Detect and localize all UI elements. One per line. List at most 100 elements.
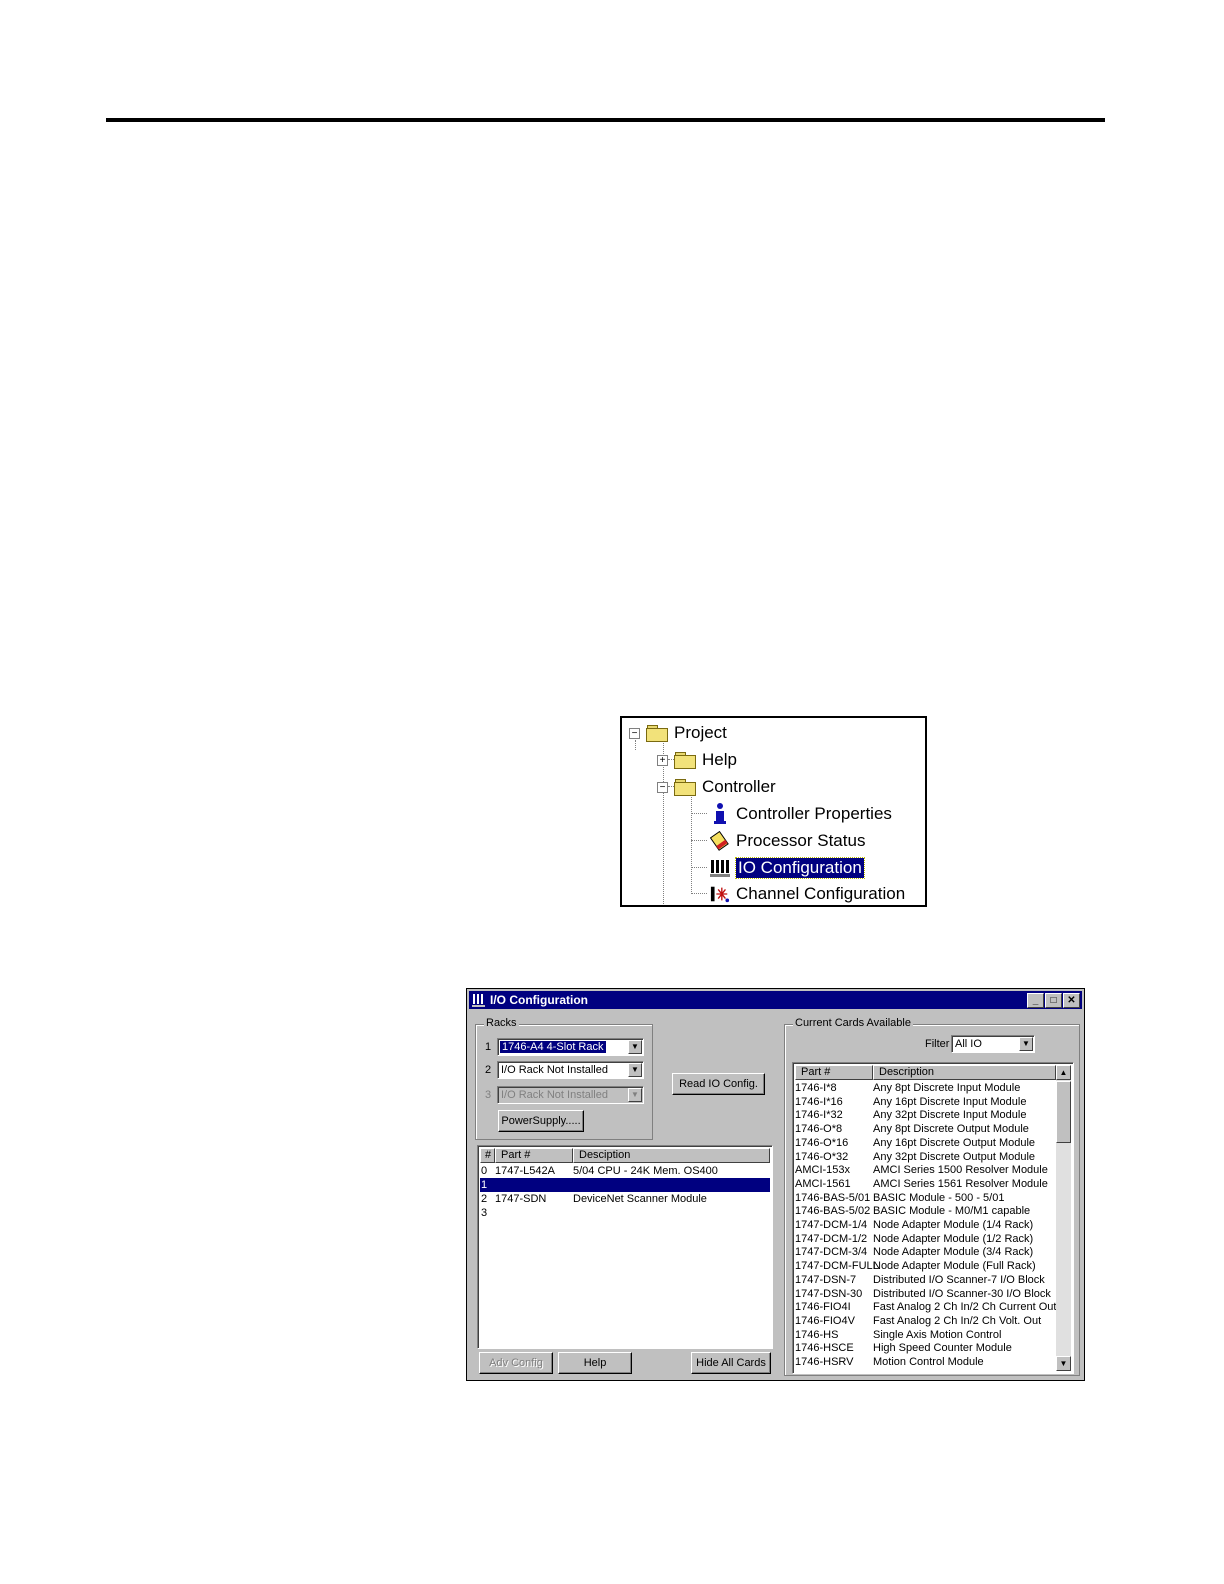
power-supply-button[interactable]: PowerSupply..... — [498, 1110, 584, 1132]
card-description: Distributed I/O Scanner-7 I/O Block — [873, 1273, 1045, 1286]
expand-toggle-icon[interactable]: + — [657, 754, 668, 766]
help-button[interactable]: Help — [558, 1352, 632, 1374]
list-item[interactable]: 1746-HS Single Axis Motion Control — [795, 1328, 1054, 1342]
tree-item-project[interactable]: − Project — [629, 721, 727, 745]
scroll-up-icon[interactable]: ▲ — [1056, 1065, 1071, 1080]
hide-all-cards-button[interactable]: Hide All Cards — [691, 1352, 771, 1374]
table-row[interactable]: 1 — [480, 1178, 770, 1192]
slots-list[interactable]: # Part # Desciption 0 1747-L542A 5/04 CPU … — [477, 1145, 773, 1349]
list-item[interactable]: 1746-I*8 Any 8pt Discrete Input Module — [795, 1081, 1054, 1095]
slot-part: 1747-L542A — [495, 1165, 555, 1177]
list-item[interactable]: 1746-HSRV Motion Control Module — [795, 1355, 1054, 1369]
read-io-config-button[interactable]: Read IO Config. — [672, 1073, 765, 1095]
card-description: Node Adapter Module (1/4 Rack) — [873, 1219, 1034, 1231]
cards-list[interactable]: Part # Description 1746-I*8 Any 8pt Discr… — [792, 1062, 1074, 1374]
card-description: Fast Analog 2 Ch In/2 Ch Volt. Out — [873, 1314, 1042, 1327]
tree-item-label: Help — [702, 750, 737, 769]
card-part: AMCI-1561 — [795, 1177, 851, 1190]
racks-group-label: Racks — [484, 1017, 519, 1029]
minimize-icon[interactable]: _ — [1027, 993, 1044, 1008]
tree-connector — [691, 794, 692, 894]
column-header-description[interactable]: Description — [873, 1065, 1056, 1080]
list-item[interactable]: AMCI-1561 AMCI Series 1561 Resolver Modul… — [795, 1177, 1054, 1191]
slot-number: 3 — [481, 1207, 488, 1219]
filter-value: All IO — [955, 1038, 982, 1050]
tree-item-controller-properties[interactable]: Controller Properties — [710, 802, 892, 826]
slot-description: 5/04 CPU - 24K Mem. OS400 — [573, 1165, 718, 1177]
scroll-thumb[interactable] — [1056, 1081, 1071, 1143]
list-item[interactable]: 1746-O*8 Any 8pt Discrete Output Module — [795, 1122, 1054, 1136]
filter-select[interactable]: All IO ▼ — [951, 1035, 1035, 1053]
card-description: High Speed Counter Module — [873, 1342, 1012, 1355]
tree-item-io-configuration[interactable]: IO Configuration — [710, 856, 865, 880]
card-part: 1746-I*16 — [795, 1095, 843, 1108]
tree-item-processor-status[interactable]: Processor Status — [710, 829, 865, 853]
card-part: 1747-DSN-7 — [795, 1273, 857, 1286]
tree-item-label: Controller Properties — [736, 804, 892, 823]
list-item[interactable]: 1746-FIO4I Fast Analog 2 Ch In/2 Ch Curre… — [795, 1300, 1057, 1314]
list-item[interactable]: 1746-O*16 Any 16pt Discrete Output Module — [795, 1136, 1054, 1150]
list-item[interactable]: AMCI-153x AMCI Series 1500 Resolver Modul… — [795, 1163, 1054, 1177]
list-item[interactable]: 1747-DCM-1/2 Node Adapter Module (1/2 Rac… — [795, 1232, 1054, 1246]
card-description: BASIC Module - 500 - 5/01 — [873, 1191, 1005, 1204]
chevron-down-icon[interactable]: ▼ — [1019, 1037, 1033, 1051]
list-item[interactable]: 1746-HSCE High Speed Counter Module — [795, 1341, 1054, 1355]
collapse-toggle-icon[interactable]: − — [629, 727, 640, 739]
card-description: Motion Control Module — [873, 1356, 984, 1368]
column-header-number[interactable]: # — [480, 1148, 495, 1163]
slot-part: 1747-SDN — [495, 1193, 547, 1205]
card-part: 1746-I*32 — [795, 1109, 843, 1122]
list-item[interactable]: 1746-I*32 Any 32pt Discrete Input Module — [795, 1108, 1054, 1122]
list-item[interactable]: 1747-DCM-3/4 Node Adapter Module (3/4 Rac… — [795, 1245, 1054, 1259]
cards-scrollbar[interactable]: ▲ ▼ — [1056, 1065, 1071, 1371]
list-item[interactable]: 1746-O*32 Any 32pt Discrete Output Module — [795, 1150, 1054, 1164]
card-part: 1747-DCM-1/2 — [795, 1232, 868, 1245]
table-row[interactable]: 2 1747-SDN DeviceNet Scanner Module — [480, 1192, 770, 1206]
window-titlebar[interactable]: I/O Configuration _ □ ✕ — [469, 991, 1082, 1009]
column-header-description[interactable]: Desciption — [573, 1148, 770, 1163]
rack-number: 3 — [485, 1089, 492, 1101]
card-part: 1746-HSRV — [795, 1356, 854, 1368]
list-item[interactable]: 1747-DSN-7 Distributed I/O Scanner-7 I/O … — [795, 1273, 1054, 1287]
tree-item-channel-configuration[interactable]: Channel Configuration — [710, 882, 905, 905]
chevron-down-icon[interactable]: ▼ — [628, 1063, 642, 1077]
list-item[interactable]: 1747-DSN-30 Distributed I/O Scanner-30 I/… — [795, 1287, 1054, 1301]
column-header-part[interactable]: Part # — [795, 1065, 873, 1080]
list-item[interactable]: 1746-I*16 Any 16pt Discrete Input Module — [795, 1095, 1054, 1109]
card-description: Any 32pt Discrete Input Module — [873, 1109, 1027, 1122]
card-description: Fast Analog 2 Ch In/2 Ch Current Out — [873, 1301, 1057, 1314]
tree-connector — [691, 893, 707, 894]
folder-open-icon — [674, 779, 696, 796]
close-icon[interactable]: ✕ — [1063, 993, 1080, 1008]
folder-icon — [674, 752, 696, 769]
io-configuration-window: I/O Configuration _ □ ✕ Racks 1 1746-A4 … — [466, 988, 1085, 1381]
chevron-down-icon[interactable]: ▼ — [628, 1040, 642, 1054]
card-part: 1746-FIO4I — [795, 1301, 851, 1314]
table-row[interactable]: 3 — [480, 1206, 770, 1220]
list-item[interactable]: 1747-DCM-FULL Node Adapter Module (Full R… — [795, 1259, 1054, 1273]
card-description: AMCI Series 1500 Resolver Module — [873, 1164, 1048, 1177]
tree-connector — [691, 813, 707, 814]
card-part: 1746-O*16 — [795, 1136, 849, 1149]
list-item[interactable]: 1746-FIO4V Fast Analog 2 Ch In/2 Ch Volt.… — [795, 1314, 1054, 1328]
list-item[interactable]: 1746-BAS-5/02 BASIC Module - M0/M1 capabl… — [795, 1204, 1054, 1218]
column-header-part[interactable]: Part # — [495, 1148, 573, 1163]
rack-3-value: I/O Rack Not Installed — [501, 1089, 608, 1101]
tree-item-help[interactable]: + Help — [657, 748, 737, 772]
card-description: Node Adapter Module (1/2 Rack) — [873, 1232, 1034, 1245]
card-description: Node Adapter Module (3/4 Rack) — [873, 1246, 1034, 1259]
page-top-rule — [106, 118, 1105, 122]
list-item[interactable]: 1746-BAS-5/01 BASIC Module - 500 - 5/01 — [795, 1191, 1054, 1205]
rack-2-select[interactable]: I/O Rack Not Installed ▼ — [497, 1061, 644, 1079]
list-item[interactable]: 1747-DCM-1/4 Node Adapter Module (1/4 Rac… — [795, 1218, 1054, 1232]
table-row[interactable]: 0 1747-L542A 5/04 CPU - 24K Mem. OS400 — [480, 1164, 770, 1178]
card-description: Any 16pt Discrete Input Module — [873, 1095, 1027, 1108]
rack-1-select[interactable]: 1746-A4 4-Slot Rack ▼ — [497, 1038, 644, 1056]
tree-item-label: IO Configuration — [735, 857, 865, 879]
tree-item-controller[interactable]: − Controller — [657, 775, 776, 799]
maximize-icon[interactable]: □ — [1045, 993, 1062, 1008]
scroll-down-icon[interactable]: ▼ — [1056, 1356, 1071, 1371]
collapse-toggle-icon[interactable]: − — [657, 781, 668, 793]
status-tag-icon — [710, 830, 730, 852]
card-part: 1746-O*8 — [795, 1123, 843, 1136]
